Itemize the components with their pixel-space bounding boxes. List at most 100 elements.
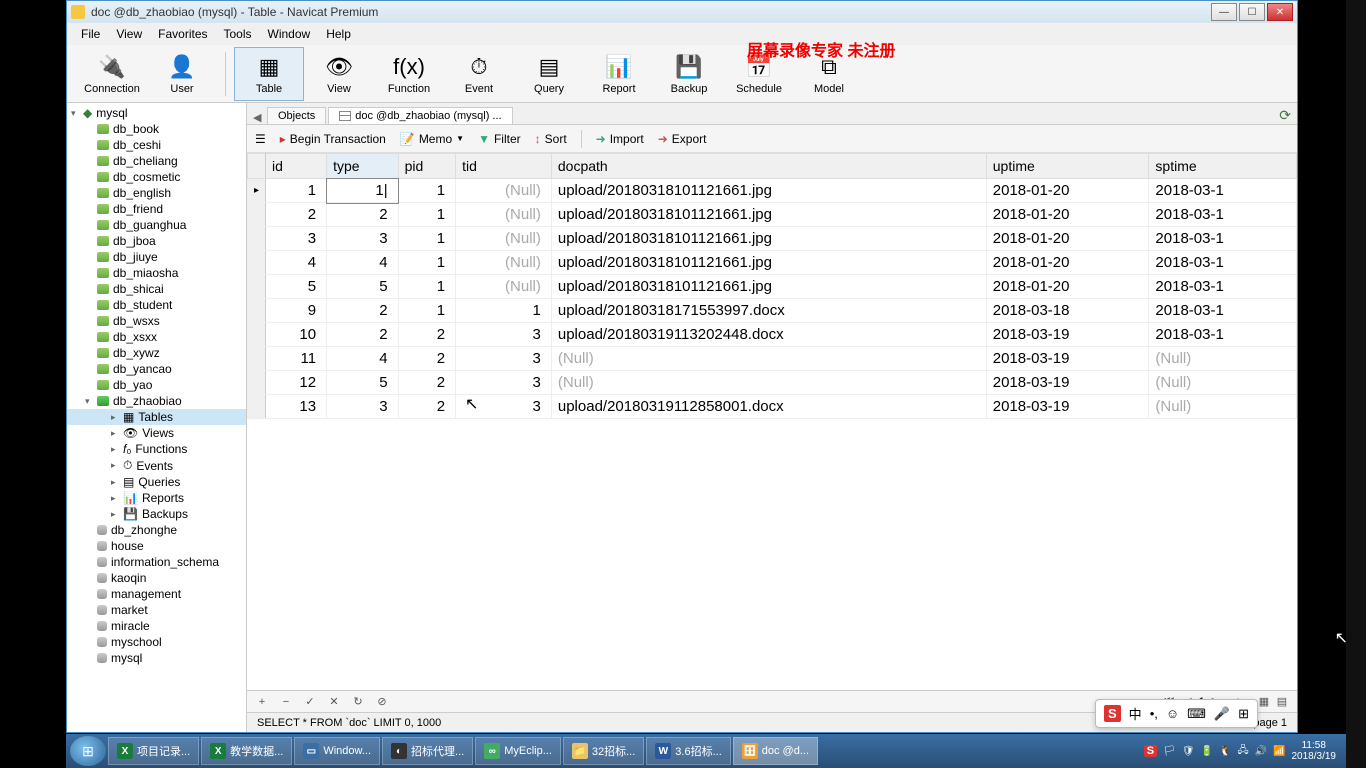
tree-db-db_jiuye[interactable]: db_jiuye xyxy=(67,249,246,265)
taskbar-item[interactable]: W3.6招标... xyxy=(646,737,730,765)
tree-db-db_friend[interactable]: db_friend xyxy=(67,201,246,217)
delete-row-button[interactable]: − xyxy=(279,696,293,708)
tray-volume-icon[interactable]: 🔊 xyxy=(1255,746,1267,757)
cell-uptime[interactable]: 2018-03-19 xyxy=(986,371,1149,395)
cell-sptime[interactable]: 2018-03-1 xyxy=(1149,227,1297,251)
titlebar[interactable]: doc @db_zhaobiao (mysql) - Table - Navic… xyxy=(67,1,1297,23)
toolbar-view-button[interactable]: 👁View xyxy=(304,47,374,101)
tray-battery-icon[interactable]: 🔋 xyxy=(1201,746,1213,757)
cancel-edit-button[interactable]: ✕ xyxy=(327,695,341,708)
taskbar-item[interactable]: X项目记录... xyxy=(108,737,199,765)
cell-sptime[interactable]: 2018-03-1 xyxy=(1149,275,1297,299)
cell-tid[interactable]: (Null) xyxy=(456,203,552,227)
cell-sptime[interactable]: 2018-03-1 xyxy=(1149,203,1297,227)
tree-db-db_xywz[interactable]: db_xywz xyxy=(67,345,246,361)
cell-uptime[interactable]: 2018-03-19 xyxy=(986,323,1149,347)
tree-db-myschool[interactable]: myschool xyxy=(67,634,246,650)
cell-docpath[interactable]: upload/20180318171553997.docx xyxy=(551,299,986,323)
taskbar-item[interactable]: 📁32招标... xyxy=(563,737,644,765)
row-handle[interactable] xyxy=(248,371,266,395)
taskbar-item[interactable]: X教学数据... xyxy=(201,737,292,765)
cell-type[interactable]: 4 xyxy=(327,251,399,275)
tree-tables[interactable]: ▸▦ Tables xyxy=(67,409,246,425)
menu-favorites[interactable]: Favorites xyxy=(150,25,215,43)
table-row[interactable]: ▸11|1(Null)upload/20180318101121661.jpg2… xyxy=(248,179,1297,203)
col-type[interactable]: type xyxy=(327,154,399,179)
taskbar-item[interactable]: ▭Window... xyxy=(294,737,380,765)
cell-sptime[interactable]: (Null) xyxy=(1149,371,1297,395)
ime-popup[interactable]: S 中 •, ☺ ⌨ 🎤 ⊞ xyxy=(1095,699,1258,728)
refresh-button[interactable]: ↻ xyxy=(351,695,365,708)
close-button[interactable]: ✕ xyxy=(1267,3,1293,21)
cell-sptime[interactable]: 2018-03-1 xyxy=(1149,299,1297,323)
tree-connection-mysql[interactable]: ▾◆ mysql xyxy=(67,105,246,121)
tree-db-db_student[interactable]: db_student xyxy=(67,297,246,313)
cell-docpath[interactable]: upload/20180318101121661.jpg xyxy=(551,203,986,227)
cell-docpath[interactable]: upload/20180318101121661.jpg xyxy=(551,227,986,251)
sort-button[interactable]: ↕Sort xyxy=(535,132,567,146)
tree-db-db_cosmetic[interactable]: db_cosmetic xyxy=(67,169,246,185)
col-docpath[interactable]: docpath xyxy=(551,154,986,179)
tree-events[interactable]: ▸⏱ Events xyxy=(67,457,246,474)
table-row[interactable]: 441(Null)upload/20180318101121661.jpg201… xyxy=(248,251,1297,275)
table-row[interactable]: 331(Null)upload/20180318101121661.jpg201… xyxy=(248,227,1297,251)
menu-tools[interactable]: Tools xyxy=(216,25,260,43)
cell-id[interactable]: 9 xyxy=(266,299,327,323)
cell-docpath[interactable]: (Null) xyxy=(551,347,986,371)
tree-db-db_miaosha[interactable]: db_miaosha xyxy=(67,265,246,281)
tree-db-market[interactable]: market xyxy=(67,602,246,618)
tray-clock[interactable]: 11:58 2018/3/19 xyxy=(1292,740,1337,762)
tray-flag-icon[interactable]: 🏳 xyxy=(1163,746,1176,757)
cell-type[interactable]: 4 xyxy=(327,347,399,371)
new-tab-icon[interactable]: ⟳ xyxy=(1279,107,1291,124)
cell-pid[interactable]: 1 xyxy=(398,203,455,227)
toolbar-backup-button[interactable]: 💾Backup xyxy=(654,47,724,101)
stop-button[interactable]: ⊘ xyxy=(375,695,389,708)
commit-button[interactable]: ✓ xyxy=(303,695,317,708)
cell-tid[interactable]: 3 xyxy=(456,371,552,395)
toolbar-function-button[interactable]: f(x)Function xyxy=(374,47,444,101)
cell-pid[interactable]: 1 xyxy=(398,299,455,323)
cell-tid[interactable]: (Null) xyxy=(456,227,552,251)
tree-reports[interactable]: ▸📊 Reports xyxy=(67,490,246,506)
cell-pid[interactable]: 2 xyxy=(398,323,455,347)
cell-pid[interactable]: 2 xyxy=(398,371,455,395)
tree-views[interactable]: ▸👁 Views xyxy=(67,425,246,441)
row-handle[interactable] xyxy=(248,227,266,251)
menu-icon[interactable]: ☰ xyxy=(255,132,266,146)
start-button[interactable]: ⊞ xyxy=(70,736,106,766)
tree-db-management[interactable]: management xyxy=(67,586,246,602)
cell-id[interactable]: 2 xyxy=(266,203,327,227)
import-button[interactable]: ➜Import xyxy=(596,132,644,146)
cell-tid[interactable]: (Null) xyxy=(456,275,552,299)
cell-docpath[interactable]: upload/20180319113202448.docx xyxy=(551,323,986,347)
col-tid[interactable]: tid xyxy=(456,154,552,179)
cell-type[interactable]: 3 xyxy=(327,395,399,419)
table-row[interactable]: 9211upload/20180318171553997.docx2018-03… xyxy=(248,299,1297,323)
menu-window[interactable]: Window xyxy=(260,25,319,43)
cell-pid[interactable]: 1 xyxy=(398,275,455,299)
ime-s-icon[interactable]: S xyxy=(1104,705,1121,722)
cell-type[interactable]: 5 xyxy=(327,275,399,299)
tree-db-db_english[interactable]: db_english xyxy=(67,185,246,201)
tree-db-db_shicai[interactable]: db_shicai xyxy=(67,281,246,297)
cell-sptime[interactable]: 2018-03-1 xyxy=(1149,323,1297,347)
cell-id[interactable]: 4 xyxy=(266,251,327,275)
tree-db-db_zhonghe[interactable]: db_zhonghe xyxy=(67,522,246,538)
cell-type[interactable]: 2 xyxy=(327,323,399,347)
cell-type[interactable]: 2 xyxy=(327,299,399,323)
sidebar[interactable]: ▾◆ mysql db_book db_ceshi db_cheliang db… xyxy=(67,103,247,732)
cell-uptime[interactable]: 2018-03-18 xyxy=(986,299,1149,323)
cell-uptime[interactable]: 2018-03-19 xyxy=(986,395,1149,419)
cell-uptime[interactable]: 2018-01-20 xyxy=(986,179,1149,203)
menu-view[interactable]: View xyxy=(108,25,150,43)
filter-button[interactable]: ▼Filter xyxy=(478,132,521,146)
cell-id[interactable]: 13 xyxy=(266,395,327,419)
cell-id[interactable]: 1 xyxy=(266,179,327,203)
tree-db-db_guanghua[interactable]: db_guanghua xyxy=(67,217,246,233)
taskbar-item[interactable]: ◐招标代理... xyxy=(382,737,473,765)
cell-uptime[interactable]: 2018-01-20 xyxy=(986,227,1149,251)
cell-tid[interactable]: 3 xyxy=(456,395,552,419)
tree-db-db_ceshi[interactable]: db_ceshi xyxy=(67,137,246,153)
menu-file[interactable]: File xyxy=(73,25,108,43)
